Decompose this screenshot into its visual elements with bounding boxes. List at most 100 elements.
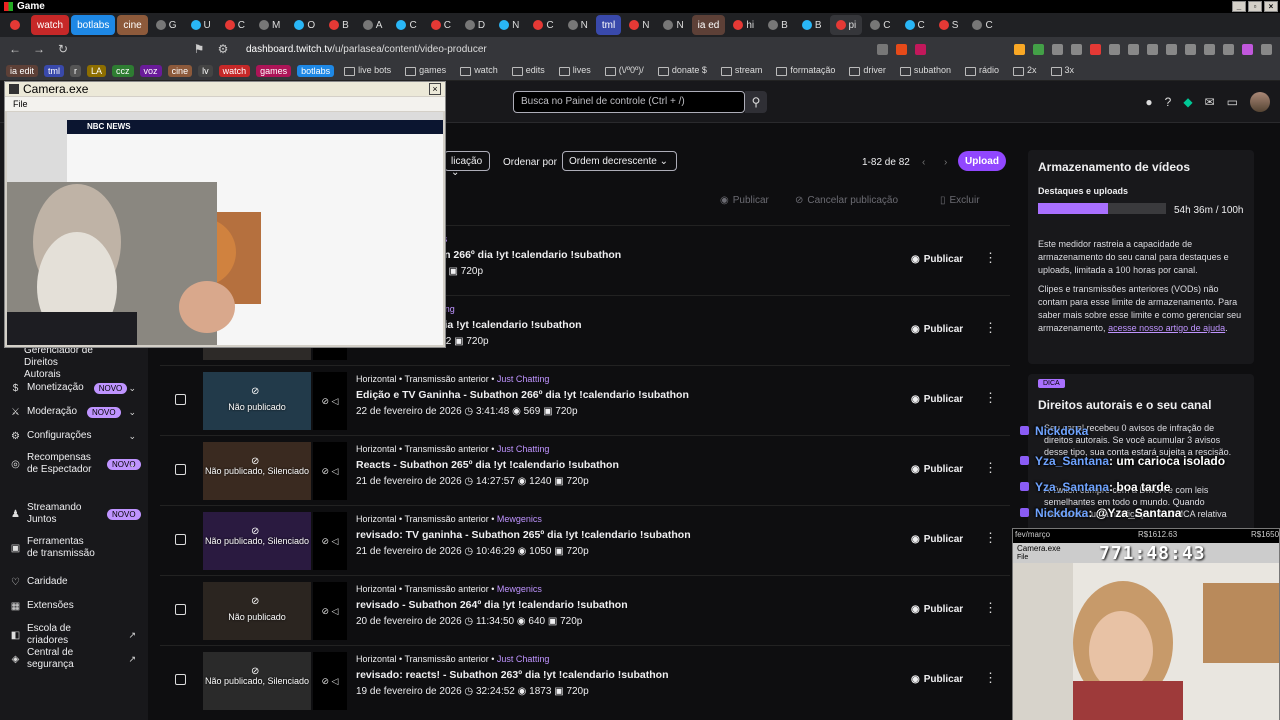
browser-tab[interactable]: hi	[727, 15, 760, 35]
bookmark-chip[interactable]: LA	[87, 64, 107, 77]
upload-button[interactable]: Upload	[958, 151, 1006, 171]
bulk-unpublish-button[interactable]: ⊘ Cancelar publicação	[795, 195, 898, 206]
bookmark-item[interactable]: subathon	[896, 64, 955, 76]
browser-tab[interactable]: tml	[595, 15, 622, 35]
extension-icon[interactable]	[1204, 43, 1215, 55]
sort-dropdown[interactable]: Ordem decrescente ⌄	[562, 151, 677, 171]
browser-tab[interactable]: B	[796, 15, 828, 35]
gem-icon[interactable]: ◆	[1183, 95, 1192, 109]
publish-button[interactable]: ◉ Publicar	[903, 456, 971, 482]
bookmark-item[interactable]: 3x	[1047, 64, 1079, 76]
menu-icon[interactable]	[1261, 43, 1272, 55]
publish-button[interactable]: ◉ Publicar	[903, 246, 971, 272]
bookmark-item[interactable]: watch	[456, 64, 502, 76]
bookmark-chip[interactable]: ia edit	[6, 64, 39, 77]
more-options-icon[interactable]: ⋮	[984, 250, 997, 266]
avatar[interactable]	[1250, 92, 1270, 112]
minimize-button[interactable]: _	[1232, 1, 1246, 12]
whispers-icon[interactable]: ▭	[1227, 95, 1238, 109]
more-options-icon[interactable]: ⋮	[984, 320, 997, 336]
browser-tab[interactable]: C	[219, 15, 251, 35]
bookmark-item[interactable]: 2x	[1009, 64, 1041, 76]
browser-tab[interactable]: C	[527, 15, 559, 35]
bookmark-item[interactable]: games	[401, 64, 450, 76]
bookmark-chip[interactable]: voz	[139, 64, 162, 77]
camera-menu-file[interactable]: File	[5, 97, 445, 111]
chevron-down-icon[interactable]: ⌄	[128, 431, 136, 442]
select-checkbox[interactable]	[175, 674, 186, 685]
shield-icon[interactable]	[1223, 43, 1234, 55]
back-icon[interactable]: ←	[8, 42, 22, 56]
bookmark-icon[interactable]: ⚑	[192, 42, 206, 56]
bookmark-item[interactable]: driver	[845, 64, 890, 76]
browser-tab[interactable]: N	[562, 15, 594, 35]
inbox-icon[interactable]: ✉	[1205, 95, 1215, 109]
extension-icon[interactable]	[1071, 43, 1082, 55]
sidebar-item[interactable]: ◧ Escola de criadores ↗	[0, 623, 148, 647]
video-category-link[interactable]: Just Chatting	[497, 374, 550, 384]
filter-dropdown[interactable]: licação ⌄	[444, 151, 490, 178]
site-info-icon[interactable]: ⚙	[216, 42, 230, 56]
video-title[interactable]: revisado: TV ganinha - Subathon 265º dia…	[356, 529, 691, 541]
video-category-link[interactable]: Just Chatting	[497, 444, 550, 454]
puzzle-icon[interactable]	[1109, 43, 1120, 55]
bookmark-chip[interactable]: games	[256, 64, 292, 77]
bookmark-item[interactable]: rádio	[961, 64, 1003, 76]
video-title[interactable]: Edição e TV Ganinha - Subathon 266º dia …	[356, 389, 689, 401]
sidebar-item[interactable]: ⚙ Configurações ⌄	[0, 430, 148, 442]
browser-tab[interactable]: D	[459, 15, 491, 35]
more-options-icon[interactable]: ⋮	[984, 390, 997, 406]
browser-tab[interactable]: C	[425, 15, 457, 35]
browser-tab[interactable]: M	[253, 15, 286, 35]
brave-icon[interactable]	[896, 43, 907, 55]
bookmark-chip[interactable]: tml	[44, 64, 65, 77]
external-link-icon[interactable]: ↗	[128, 654, 136, 665]
browser-tab[interactable]: ia ed	[691, 15, 726, 35]
video-title[interactable]: revisado - Subathon 264º dia !yt !calend…	[356, 599, 628, 611]
bookmark-chip[interactable]: botlabs	[297, 64, 335, 77]
select-checkbox[interactable]	[175, 464, 186, 475]
dashboard-search-input[interactable]: Busca no Painel de controle (Ctrl + /)	[513, 91, 745, 113]
chevron-down-icon[interactable]: ⌄	[128, 407, 136, 418]
bookmark-item[interactable]: stream	[717, 64, 767, 76]
extension-icon[interactable]	[1185, 43, 1196, 55]
more-options-icon[interactable]: ⋮	[984, 670, 997, 686]
search-button[interactable]: ⚲	[745, 91, 767, 113]
video-thumbnail[interactable]: Não publicado, Silenciado ⊘	[203, 512, 311, 570]
publish-button[interactable]: ◉ Publicar	[903, 526, 971, 552]
chevron-down-icon[interactable]: ⌄	[128, 383, 136, 394]
video-thumbnail[interactable]: Não publicado ⊘	[203, 372, 311, 430]
video-thumbnail[interactable]: Não publicado, Silenciado ⊘	[203, 442, 311, 500]
browser-tab[interactable]: N	[657, 15, 689, 35]
select-checkbox[interactable]	[175, 534, 186, 545]
bookmark-chip[interactable]: r	[70, 64, 82, 77]
browser-tab[interactable]	[4, 15, 29, 35]
bookmark-item[interactable]: lives	[555, 64, 595, 76]
browser-tab[interactable]: cine	[117, 15, 148, 35]
select-checkbox[interactable]	[175, 394, 186, 405]
video-category-link[interactable]: Mewgenics	[497, 514, 542, 524]
chat-username[interactable]: Yza_Santana	[1035, 454, 1109, 468]
sidebar-item[interactable]: ▦ Extensões	[0, 600, 148, 612]
chat-username[interactable]: Nickdoka	[1035, 424, 1088, 438]
extension-icon[interactable]	[1242, 43, 1253, 55]
browser-tab[interactable]: C	[899, 15, 931, 35]
next-page-icon[interactable]: ›	[944, 157, 947, 168]
external-link-icon[interactable]: ↗	[128, 630, 136, 641]
close-icon[interactable]: ×	[429, 83, 441, 95]
bookmark-chip[interactable]: watch	[218, 64, 251, 77]
browser-tab[interactable]: S	[933, 15, 965, 35]
select-checkbox[interactable]	[175, 604, 186, 615]
video-title[interactable]: revisado: reacts! - Subathon 263º dia !y…	[356, 669, 668, 681]
publish-button[interactable]: ◉ Publicar	[903, 316, 971, 342]
bookmark-item[interactable]: formatação	[772, 64, 839, 76]
sidebar-item[interactable]: ◈ Central de segurança ↗	[0, 647, 148, 671]
restore-button[interactable]: ▫	[1248, 1, 1262, 12]
browser-tab[interactable]: B	[762, 15, 794, 35]
more-options-icon[interactable]: ⋮	[984, 530, 997, 546]
sidebar-item[interactable]: ⚔ Moderação NOVO ⌄	[0, 406, 148, 418]
camera-menu-2[interactable]: File	[1017, 554, 1028, 561]
bookmark-chip[interactable]: lv	[198, 64, 213, 77]
publish-button[interactable]: ◉ Publicar	[903, 666, 971, 692]
extension-icon[interactable]	[1014, 43, 1025, 55]
